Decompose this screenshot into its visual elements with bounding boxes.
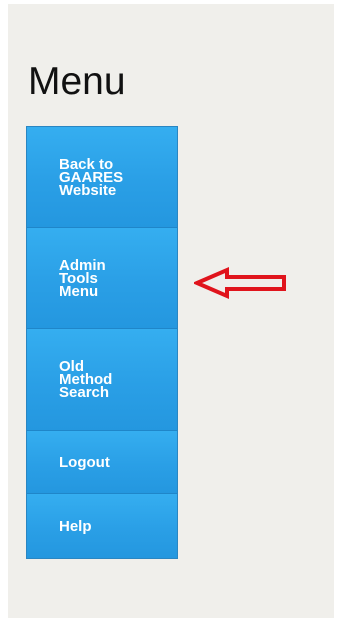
menu-item-logout[interactable]: Logout — [27, 431, 177, 494]
menu-item-back-to-website[interactable]: Back to GAARES Website — [27, 127, 177, 228]
menu-item-label: Back to GAARES Website — [59, 155, 124, 199]
menu-item-label: Help — [59, 517, 92, 535]
menu-item-old-method-search[interactable]: Old Method Search — [27, 329, 177, 431]
menu-item-label: Old Method Search — [59, 358, 113, 401]
menu-item-label: Admin Tools Menu — [59, 256, 106, 300]
left-arrow-icon — [194, 266, 286, 300]
menu-item-admin-tools[interactable]: Admin Tools Menu — [27, 228, 177, 329]
menu-item-label: Logout — [59, 453, 110, 471]
side-menu: Back to GAARES Website Admin Tools Menu … — [26, 126, 178, 559]
page-title: Menu — [28, 60, 126, 103]
menu-item-help[interactable]: Help — [27, 494, 177, 558]
